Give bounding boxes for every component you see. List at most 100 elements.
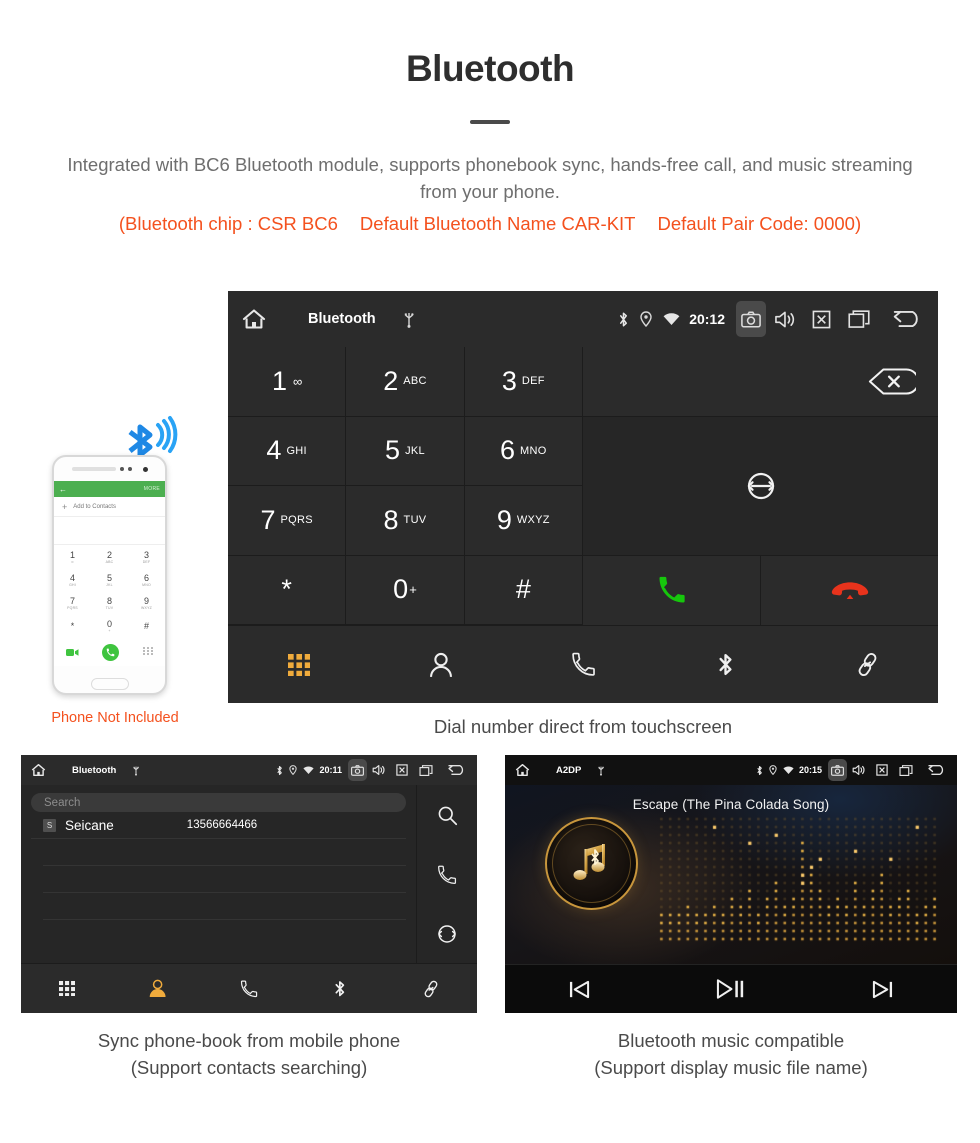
call-button[interactable]: [583, 555, 761, 625]
nav-call-log[interactable]: [512, 652, 654, 677]
nav-contacts[interactable]: [370, 652, 512, 678]
previous-track-button[interactable]: [568, 979, 591, 1000]
link-icon: [855, 652, 880, 677]
voicemail-icon: ∞: [293, 373, 302, 389]
call-icon[interactable]: [437, 865, 457, 885]
phone-screen: ← MORE + Add to Contacts 1 ∞ 2 ABC 3 DEF 4 GHI 5…: [54, 481, 165, 666]
dial-key-5[interactable]: 5 JKL: [346, 416, 465, 486]
dialer-screen: Bluetooth 20:12 1 ∞ 2 ABC 3 DEF 4 GHI 5 …: [228, 291, 938, 703]
camera-icon[interactable]: [348, 759, 367, 781]
backspace-button[interactable]: [583, 347, 938, 417]
phone-illu-key: *: [70, 620, 75, 631]
nav-bluetooth[interactable]: [654, 651, 796, 678]
keypad-icon: [58, 980, 75, 997]
dial-key-8[interactable]: 8 TUV: [346, 486, 465, 556]
volume-icon[interactable]: [372, 764, 385, 776]
recents-icon[interactable]: [419, 764, 433, 776]
dial-key-3[interactable]: 3 DEF: [464, 347, 583, 417]
usb-icon: [133, 765, 140, 776]
mute-icon[interactable]: [396, 764, 408, 776]
bottom-navigation[interactable]: [228, 625, 938, 703]
list-item: [43, 893, 406, 920]
contacts-list: Search S Seicane 13566664466: [21, 785, 417, 963]
music-caption: Bluetooth music compatible (Support disp…: [505, 1028, 957, 1082]
clock: 20:12: [689, 311, 725, 327]
sync-icon[interactable]: [437, 924, 457, 944]
search-input[interactable]: Search: [31, 793, 406, 812]
add-contact-label: Add to Contacts: [73, 503, 116, 510]
contacts-icon: [149, 979, 166, 998]
keypad-icon: [288, 653, 310, 676]
phone-earpiece: [54, 457, 165, 481]
link-icon: [422, 980, 440, 998]
equalizer-visualizer: [657, 815, 939, 943]
nav-contacts[interactable]: [112, 979, 203, 998]
phone-keypad-toggle-icon: [143, 646, 154, 658]
dial-key-letters: ABC: [403, 375, 427, 388]
back-icon[interactable]: [926, 764, 947, 776]
playback-controls[interactable]: [505, 964, 957, 1013]
dial-key-2[interactable]: 2 ABC: [346, 347, 465, 417]
contact-number: 13566664466: [186, 819, 258, 831]
back-icon[interactable]: [446, 764, 467, 776]
nav-link[interactable]: [386, 980, 477, 998]
call-log-icon: [240, 980, 258, 998]
usb-icon: [404, 311, 414, 328]
caption-line-2: (Support display music file name): [594, 1056, 868, 1078]
nav-keypad[interactable]: [228, 653, 370, 676]
dial-key-9[interactable]: 9 WXYZ: [464, 486, 583, 556]
wifi-icon: [783, 765, 794, 775]
home-icon[interactable]: [31, 763, 46, 777]
volume-icon[interactable]: [774, 310, 795, 329]
dial-key-0[interactable]: 0 +: [346, 555, 465, 625]
home-icon[interactable]: [515, 763, 530, 777]
phone-app-bar: ← MORE: [54, 481, 165, 497]
dial-key-letters: GHI: [286, 444, 307, 457]
dialer-caption: Dial number direct from touchscreen: [433, 716, 733, 737]
contacts-icon: [429, 652, 453, 678]
usb-icon: [598, 765, 605, 776]
phonebook-caption: Sync phone-book from mobile phone (Suppo…: [21, 1028, 477, 1082]
caption-line-2: (Support contacts searching): [130, 1056, 368, 1078]
phone-illu-key: 6 MNO: [142, 572, 151, 587]
search-icon[interactable]: [437, 805, 458, 826]
dial-key-letters: TUV: [403, 514, 427, 527]
mute-icon[interactable]: [876, 764, 888, 776]
dial-key-4[interactable]: 4 GHI: [228, 416, 347, 486]
phone-keypad: 1 ∞ 2 ABC 3 DEF 4 GHI 5 JKL 6 MNO 7 PQRS 8 TUV 9 WXYZ * 0 + #: [54, 545, 165, 637]
nav-bluetooth[interactable]: [295, 979, 386, 998]
wifi-icon: [303, 765, 315, 775]
dial-key-letters: PQRS: [280, 514, 313, 527]
sync-button[interactable]: [583, 416, 938, 556]
dial-key-7[interactable]: 7 PQRS: [228, 486, 347, 556]
dial-key-hash[interactable]: #: [464, 555, 583, 625]
dial-key-digit: *: [281, 574, 292, 605]
table-row[interactable]: S Seicane 13566664466: [31, 812, 406, 839]
mute-icon[interactable]: [812, 310, 831, 329]
dial-key-1[interactable]: 1 ∞: [228, 347, 347, 417]
volume-icon[interactable]: [852, 764, 865, 776]
screen-title: A2DP: [556, 764, 582, 776]
dialpad[interactable]: 1 ∞ 2 ABC 3 DEF 4 GHI 5 JKL 6 MNO 7 PQRS 8 TUV 9 WXYZ * 0 + #: [228, 347, 583, 625]
next-track-button[interactable]: [871, 979, 894, 1000]
camera-icon[interactable]: [828, 759, 847, 781]
back-icon[interactable]: [890, 309, 924, 329]
dial-key-6[interactable]: 6 MNO: [464, 416, 583, 486]
play-pause-button[interactable]: [716, 978, 745, 1000]
dial-key-digit: 2: [383, 365, 399, 396]
location-icon: [769, 765, 777, 775]
recents-icon[interactable]: [899, 764, 913, 776]
bottom-navigation[interactable]: [21, 963, 477, 1013]
bluetooth-icon: [716, 651, 735, 678]
recents-icon[interactable]: [848, 310, 870, 328]
dial-key-digit: 9: [496, 504, 512, 535]
camera-icon[interactable]: [736, 301, 766, 337]
home-icon[interactable]: [242, 308, 266, 330]
phone-call-button: [102, 643, 120, 661]
dial-key-star[interactable]: *: [228, 555, 347, 625]
nav-link[interactable]: [796, 652, 938, 677]
hangup-button[interactable]: [761, 556, 938, 626]
dial-key-digit: 4: [266, 435, 282, 466]
nav-call-log[interactable]: [203, 980, 294, 998]
nav-keypad[interactable]: [21, 980, 112, 997]
